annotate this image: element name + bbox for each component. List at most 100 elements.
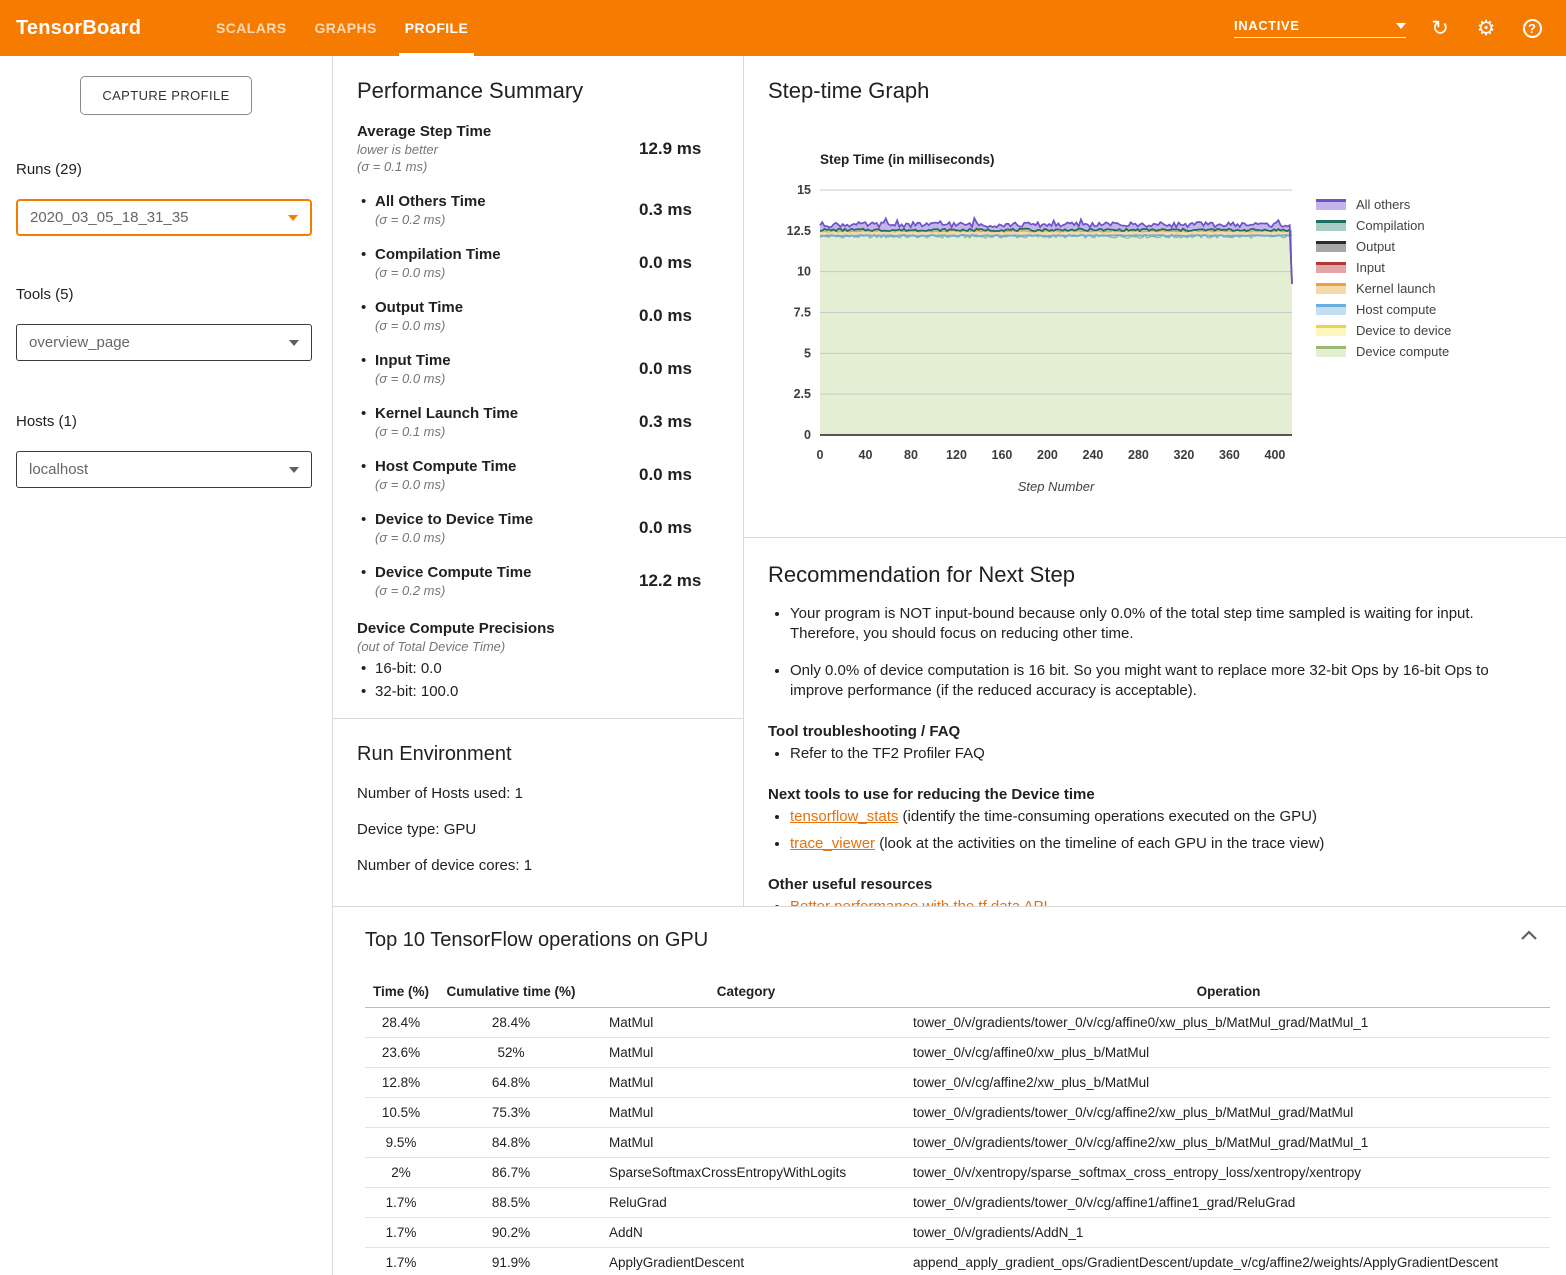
tool-item: trace_viewer (look at the activities on … bbox=[790, 834, 1535, 854]
bullet: • bbox=[357, 683, 375, 700]
tools-dropdown[interactable]: overview_page bbox=[16, 324, 312, 361]
table-row: 2%86.7%SparseSoftmaxCrossEntropyWithLogi… bbox=[365, 1158, 1550, 1188]
performance-summary-title: Performance Summary bbox=[357, 78, 719, 104]
bullet: • bbox=[357, 352, 375, 386]
table-cell: 64.8% bbox=[437, 1068, 585, 1098]
metric-label: Output Time bbox=[375, 299, 463, 316]
resource-item: Better performance with the tf.data API bbox=[790, 897, 1535, 906]
metric-row: •Output Time(σ = 0.0 ms)0.0 ms bbox=[357, 299, 719, 333]
svg-text:Step Time (in milliseconds): Step Time (in milliseconds) bbox=[820, 152, 995, 167]
table-row: 12.8%64.8%MatMultower_0/v/cg/affine2/xw_… bbox=[365, 1068, 1550, 1098]
step-time-graph-card: Step-time Graph 02.557.51012.51504080120… bbox=[744, 56, 1566, 538]
svg-text:40: 40 bbox=[859, 448, 873, 462]
legend-item: Device to device bbox=[1316, 320, 1451, 341]
capture-profile-button[interactable]: CAPTURE PROFILE bbox=[80, 76, 251, 115]
table-cell: 9.5% bbox=[365, 1128, 437, 1158]
metric-label: Average Step Time bbox=[357, 123, 639, 140]
table-cell: 84.8% bbox=[437, 1128, 585, 1158]
recommendation-item: Your program is NOT input-bound because … bbox=[790, 604, 1535, 644]
metric-note: lower is better bbox=[357, 142, 639, 157]
legend-item: Compilation bbox=[1316, 215, 1451, 236]
table-cell: 1.7% bbox=[365, 1218, 437, 1248]
metric-label: All Others Time bbox=[375, 193, 486, 210]
device-compute-precisions: Device Compute Precisions (out of Total … bbox=[357, 620, 719, 700]
tab-scalars[interactable]: SCALARS bbox=[202, 0, 300, 56]
collapse-chevron-up-icon[interactable] bbox=[1520, 929, 1538, 947]
metric-label: Device Compute Time bbox=[375, 564, 531, 581]
table-cell: tower_0/v/gradients/tower_0/v/cg/affine1… bbox=[907, 1188, 1550, 1218]
svg-text:360: 360 bbox=[1219, 448, 1240, 462]
gear-icon[interactable]: ⚙ bbox=[1474, 16, 1498, 40]
chevron-down-icon bbox=[289, 467, 299, 473]
legend-item: Host compute bbox=[1316, 299, 1451, 320]
refresh-icon[interactable]: ↻ bbox=[1428, 16, 1452, 40]
chevron-down-icon bbox=[289, 340, 299, 346]
svg-text:0: 0 bbox=[804, 428, 811, 442]
precision-16bit: 16-bit: 0.0 bbox=[375, 660, 442, 677]
table-row: 1.7%88.5%ReluGradtower_0/v/gradients/tow… bbox=[365, 1188, 1550, 1218]
step-time-graph-title: Step-time Graph bbox=[768, 78, 1542, 104]
metric-row: •Compilation Time(σ = 0.0 ms)0.0 ms bbox=[357, 246, 719, 280]
legend-item: Kernel launch bbox=[1316, 278, 1451, 299]
metric-value: 0.0 ms bbox=[639, 465, 692, 485]
bullet: • bbox=[357, 511, 375, 545]
average-step-time-metric: Average Step Time lower is better (σ = 0… bbox=[357, 123, 719, 174]
metric-label: Host Compute Time bbox=[375, 458, 516, 475]
table-cell: 75.3% bbox=[437, 1098, 585, 1128]
metric-sigma: (σ = 0.0 ms) bbox=[375, 318, 463, 333]
svg-text:160: 160 bbox=[992, 448, 1013, 462]
legend-swatch bbox=[1316, 262, 1346, 273]
table-cell: 23.6% bbox=[365, 1038, 437, 1068]
runs-dropdown[interactable]: 2020_03_05_18_31_35 bbox=[16, 199, 312, 236]
tensorflow-stats-link[interactable]: tensorflow_stats bbox=[790, 808, 898, 825]
legend-item: Input bbox=[1316, 257, 1451, 278]
question-mark-icon: ? bbox=[1523, 19, 1542, 38]
metric-row: •Host Compute Time(σ = 0.0 ms)0.0 ms bbox=[357, 458, 719, 492]
metric-sigma: (σ = 0.2 ms) bbox=[375, 583, 531, 598]
precisions-note: (out of Total Device Time) bbox=[357, 639, 719, 654]
other-resources-heading: Other useful resources bbox=[768, 876, 1542, 893]
help-icon[interactable]: ? bbox=[1520, 16, 1544, 40]
chevron-down-icon bbox=[1396, 23, 1406, 29]
svg-text:5: 5 bbox=[804, 346, 811, 360]
table-cell: 86.7% bbox=[437, 1158, 585, 1188]
bullet: • bbox=[357, 458, 375, 492]
table-cell: 91.9% bbox=[437, 1248, 585, 1275]
tab-profile[interactable]: PROFILE bbox=[391, 0, 482, 56]
status-dropdown[interactable]: INACTIVE bbox=[1234, 18, 1406, 38]
table-row: 28.4%28.4%MatMultower_0/v/gradients/towe… bbox=[365, 1008, 1550, 1038]
table-row: 1.7%90.2%AddNtower_0/v/gradients/AddN_1 bbox=[365, 1218, 1550, 1248]
tfdata-performance-link[interactable]: Better performance with the tf.data API bbox=[790, 898, 1048, 906]
svg-text:12.5: 12.5 bbox=[787, 224, 811, 238]
performance-summary-card: Performance Summary Average Step Time lo… bbox=[333, 56, 743, 719]
top-ops-title: Top 10 TensorFlow operations on GPU bbox=[365, 929, 1550, 952]
metric-value: 0.3 ms bbox=[639, 412, 692, 432]
bullet: • bbox=[357, 193, 375, 227]
legend-item: Device compute bbox=[1316, 341, 1451, 362]
svg-text:10: 10 bbox=[797, 265, 811, 279]
hosts-dropdown-value: localhost bbox=[29, 461, 88, 478]
chevron-down-icon bbox=[288, 215, 298, 221]
metric-sigma: (σ = 0.0 ms) bbox=[375, 371, 451, 386]
trace-viewer-link[interactable]: trace_viewer bbox=[790, 835, 875, 852]
metric-sigma: (σ = 0.2 ms) bbox=[375, 212, 486, 227]
metric-row: •Device to Device Time(σ = 0.0 ms)0.0 ms bbox=[357, 511, 719, 545]
svg-text:80: 80 bbox=[904, 448, 918, 462]
tools-label: Tools (5) bbox=[16, 286, 312, 303]
metric-label: Device to Device Time bbox=[375, 511, 533, 528]
status-dropdown-value: INACTIVE bbox=[1234, 18, 1299, 33]
metric-value: 12.9 ms bbox=[639, 139, 701, 159]
metric-label: Compilation Time bbox=[375, 246, 501, 263]
hosts-used: Number of Hosts used: 1 bbox=[357, 785, 719, 802]
col-category: Category bbox=[585, 976, 907, 1008]
metric-sigma: (σ = 0.1 ms) bbox=[375, 424, 518, 439]
faq-item: Refer to the TF2 Profiler FAQ bbox=[790, 744, 1535, 764]
table-cell: 90.2% bbox=[437, 1218, 585, 1248]
svg-text:320: 320 bbox=[1174, 448, 1195, 462]
hosts-dropdown[interactable]: localhost bbox=[16, 451, 312, 488]
metric-value: 0.0 ms bbox=[639, 306, 692, 326]
col-time: Time (%) bbox=[365, 976, 437, 1008]
svg-text:280: 280 bbox=[1128, 448, 1149, 462]
tab-graphs[interactable]: GRAPHS bbox=[300, 0, 390, 56]
table-cell: MatMul bbox=[585, 1128, 907, 1158]
